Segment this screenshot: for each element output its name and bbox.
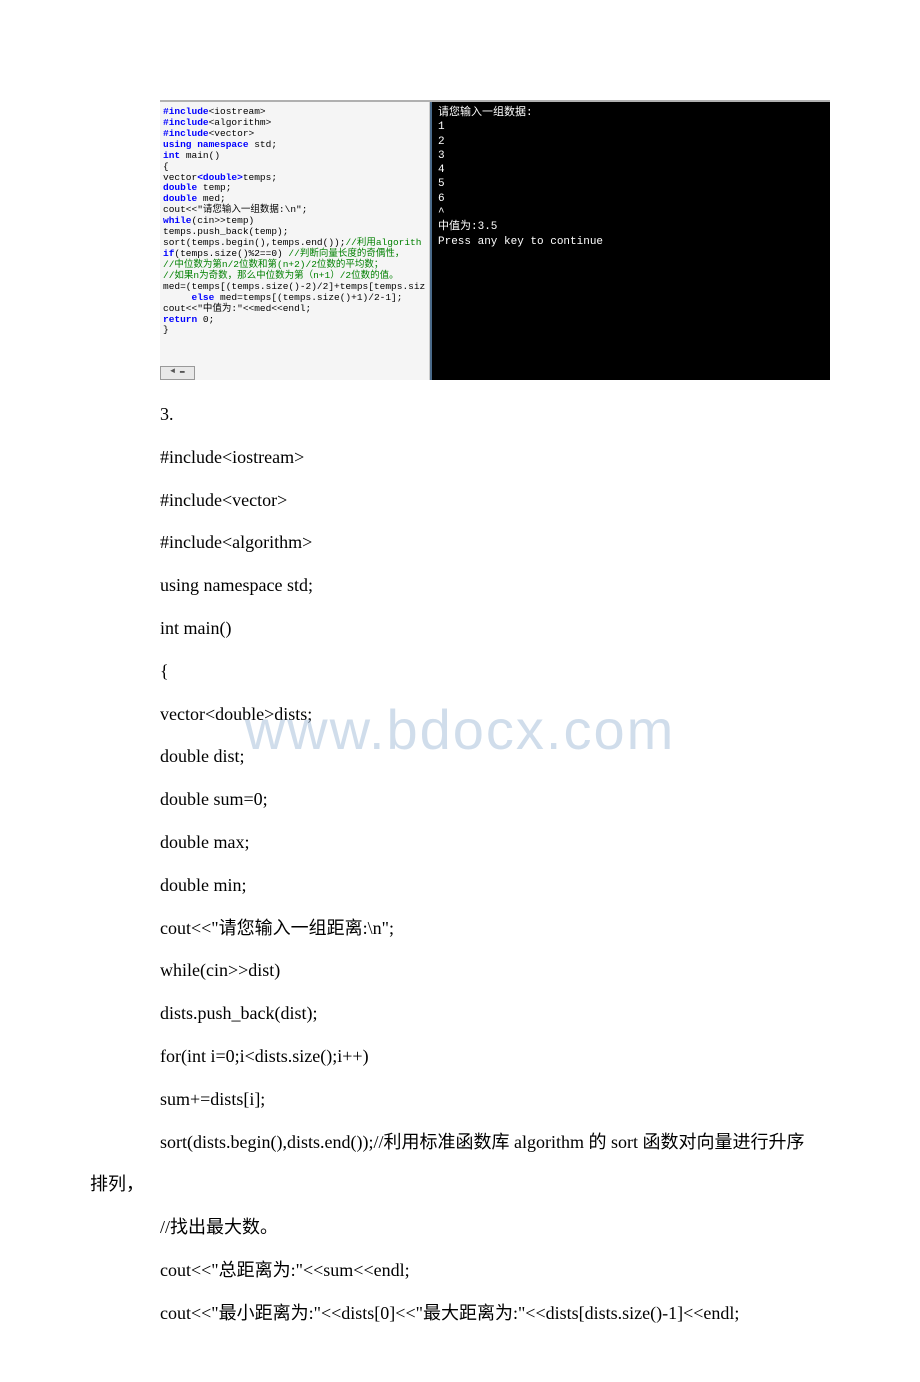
code-token: return bbox=[163, 314, 203, 325]
code-token: ; bbox=[302, 204, 308, 215]
code-token: double bbox=[163, 193, 203, 204]
code-token: double bbox=[163, 182, 203, 193]
console-line: 1 bbox=[438, 120, 824, 134]
code-token: #include bbox=[163, 128, 209, 139]
code-comment: //中位数为第n/2位数和第(n+2)/2位数的平均数； bbox=[163, 259, 383, 270]
console-line: 5 bbox=[438, 177, 824, 191]
code-token: <algorithm> bbox=[209, 117, 272, 128]
body-paragraph: #include<algorithm> bbox=[160, 528, 830, 557]
code-token: (temps.size()%2==0) bbox=[174, 248, 282, 259]
code-token: #include bbox=[163, 117, 209, 128]
body-paragraph: #include<vector> bbox=[160, 486, 830, 515]
code-token: cout<< bbox=[163, 303, 197, 314]
code-token: 0; bbox=[203, 314, 214, 325]
body-paragraph: //找出最大数。 bbox=[160, 1213, 830, 1242]
body-paragraph: double dist; bbox=[160, 742, 830, 771]
code-token: cout<< bbox=[163, 204, 197, 215]
code-token: while bbox=[163, 215, 192, 226]
code-token: med=temps[(temps.size()+1)/2-1]; bbox=[220, 292, 402, 303]
body-paragraph: int main() bbox=[160, 614, 830, 643]
ide-screenshot: #include<iostream> #include<algorithm> #… bbox=[160, 100, 830, 380]
code-token: using namespace bbox=[163, 139, 254, 150]
body-paragraph: cout<<"最小距离为:"<<dists[0]<<"最大距离为:"<<dist… bbox=[160, 1299, 830, 1328]
code-token: std; bbox=[254, 139, 277, 150]
body-paragraph: #include<iostream> bbox=[160, 443, 830, 472]
code-comment: //判断向量长度的奇偶性， bbox=[283, 248, 405, 259]
horizontal-scrollbar[interactable]: ◄ ▬ bbox=[160, 366, 195, 380]
console-line: 4 bbox=[438, 163, 824, 177]
code-token: med=(temps[(temps.size()-2)/2]+temps[tem… bbox=[163, 281, 425, 292]
code-token: if bbox=[163, 248, 174, 259]
code-token: temps; bbox=[243, 172, 277, 183]
code-token: temp; bbox=[203, 182, 232, 193]
code-token: { bbox=[163, 161, 169, 172]
console-line: 中值为:3.5 bbox=[438, 220, 824, 234]
code-token: int bbox=[163, 150, 186, 161]
code-token: vector bbox=[163, 172, 197, 183]
console-line: ^ bbox=[438, 206, 824, 220]
body-paragraph: double min; bbox=[160, 871, 830, 900]
body-paragraph: double sum=0; bbox=[160, 785, 830, 814]
code-token: <vector> bbox=[209, 128, 255, 139]
code-editor-pane: #include<iostream> #include<algorithm> #… bbox=[160, 102, 430, 380]
body-paragraph: dists.push_back(dist); bbox=[160, 999, 830, 1028]
body-paragraph: double max; bbox=[160, 828, 830, 857]
body-paragraph: using namespace std; bbox=[160, 571, 830, 600]
code-token: <<med<<endl; bbox=[243, 303, 311, 314]
console-line: 3 bbox=[438, 149, 824, 163]
code-token: else bbox=[163, 292, 220, 303]
console-line: Press any key to continue bbox=[438, 235, 824, 249]
code-token: <iostream> bbox=[209, 106, 266, 117]
code-token: } bbox=[163, 324, 169, 335]
code-token: med; bbox=[203, 193, 226, 204]
code-token: "中值为:" bbox=[197, 303, 243, 314]
body-paragraph: for(int i=0;i<dists.size();i++) bbox=[160, 1042, 830, 1071]
body-paragraph: cout<<"总距离为:"<<sum<<endl; bbox=[160, 1256, 830, 1285]
code-token: #include bbox=[163, 106, 209, 117]
body-paragraph: cout<<"请您输入一组距离:\n"; bbox=[160, 914, 830, 943]
code-comment: //如果n为奇数，那么中位数为第（n+1）/2位数的值。 bbox=[163, 270, 399, 281]
console-output-pane: 请您输入一组数据: 1 2 3 4 5 6 ^ 中值为:3.5 Press an… bbox=[430, 102, 830, 380]
body-paragraph: vector<double>dists; bbox=[160, 700, 830, 729]
code-token: sort(temps.begin(),temps.end()); bbox=[163, 237, 345, 248]
code-comment: //利用algorith bbox=[345, 237, 421, 248]
code-token: main() bbox=[186, 150, 220, 161]
body-paragraph: sort(dists.begin(),dists.end());//利用标准函数… bbox=[160, 1128, 830, 1157]
code-token: "请您输入一组数据:\n" bbox=[197, 204, 302, 215]
document-body: 3. #include<iostream> #include<vector> #… bbox=[0, 400, 920, 1382]
body-paragraph: 3. bbox=[160, 400, 830, 429]
body-paragraph: { bbox=[160, 657, 830, 686]
body-paragraph: sum+=dists[i]; bbox=[160, 1085, 830, 1114]
console-line: 请您输入一组数据: bbox=[438, 106, 824, 120]
console-line: 6 bbox=[438, 192, 824, 206]
code-token: (cin>>temp) bbox=[192, 215, 255, 226]
console-line: 2 bbox=[438, 135, 824, 149]
body-paragraph: while(cin>>dist) bbox=[160, 956, 830, 985]
code-token: temps.push_back(temp); bbox=[163, 226, 288, 237]
body-paragraph-hang: 排列， bbox=[90, 1170, 830, 1199]
code-token: <double> bbox=[197, 172, 243, 183]
